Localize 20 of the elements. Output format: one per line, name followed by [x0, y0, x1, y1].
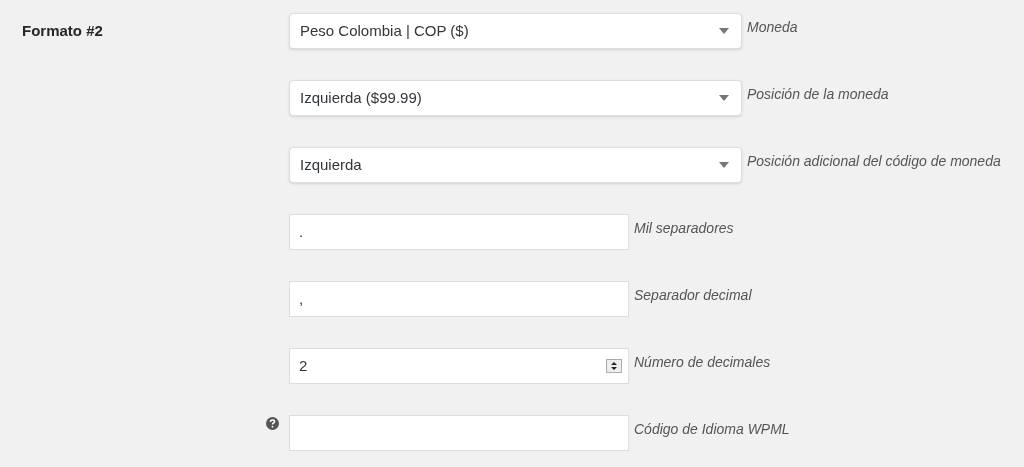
field-description: Código de Idioma WPML — [634, 420, 790, 439]
caret-icon — [719, 28, 729, 34]
help-icon[interactable] — [266, 417, 279, 430]
field-description: Separador decimal — [634, 286, 752, 305]
input-field[interactable]: . — [289, 214, 629, 250]
caret-icon — [719, 95, 729, 101]
field-description: Mil separadores — [634, 219, 734, 238]
dropdown[interactable]: Izquierda — [289, 147, 742, 183]
field-description: Posición de la moneda — [747, 85, 889, 104]
dropdown[interactable]: Peso Colombia | COP ($) — [289, 13, 742, 49]
section-title: Formato #2 — [22, 21, 104, 41]
dropdown[interactable]: Izquierda ($99.99) — [289, 80, 742, 116]
input-field[interactable] — [289, 415, 629, 451]
field-description: Número de decimales — [634, 353, 771, 372]
input-field[interactable]: , — [289, 281, 629, 317]
field-description: Posición adicional del código de moneda — [747, 152, 1001, 171]
number-field[interactable]: 2 — [289, 348, 629, 384]
spinner-icon[interactable] — [606, 359, 622, 373]
field-description: Moneda — [747, 18, 798, 37]
caret-icon — [719, 162, 729, 168]
